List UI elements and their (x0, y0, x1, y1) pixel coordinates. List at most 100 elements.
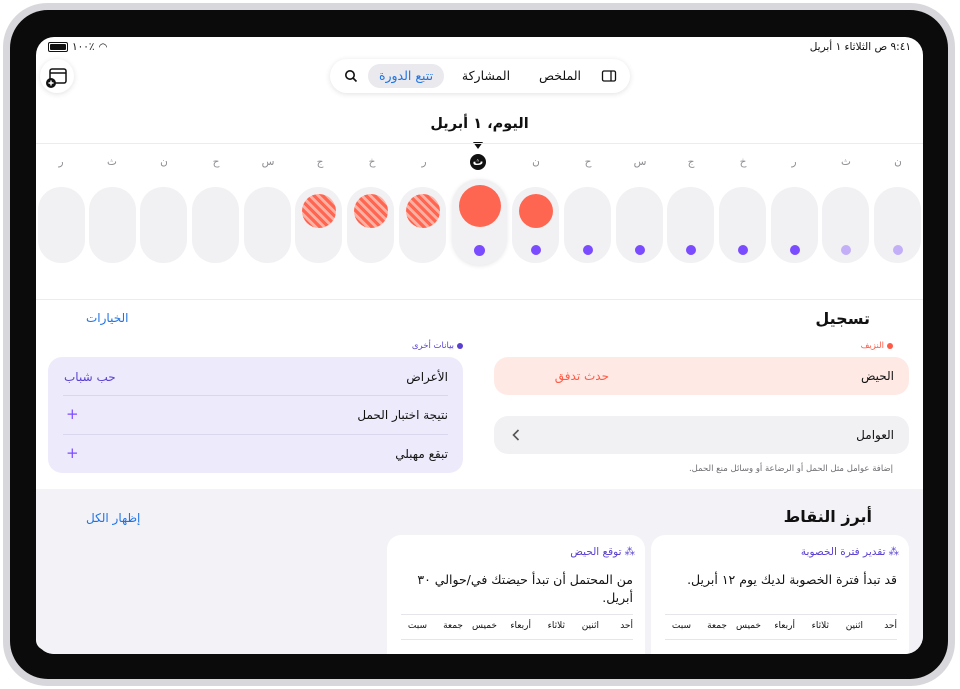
tab-summary[interactable]: الملخص (528, 64, 592, 88)
other-data-legend: بيانات أخرى (412, 341, 463, 351)
weekday-label: ث (841, 156, 851, 168)
calendar-day[interactable] (244, 187, 291, 263)
calendar-day-title: اليوم، ١ أبريل (430, 116, 529, 132)
day-name: أربعاء (510, 621, 531, 631)
options-link[interactable]: الخيارات (86, 311, 128, 325)
weekday-label: ن (160, 156, 168, 168)
day-name: ثلاثاء (811, 621, 829, 631)
card-divider (401, 614, 633, 615)
weekday-label: ح (584, 156, 592, 168)
day-name: جمعة (707, 621, 727, 631)
calendar-day[interactable] (89, 187, 136, 263)
data-logged-dot (892, 245, 903, 255)
factors-row[interactable]: العوامل (494, 416, 909, 454)
data-logged-dot (530, 245, 541, 255)
add-spotting-icon[interactable]: + (66, 444, 79, 462)
weekday-label: س (633, 156, 647, 168)
day-name: أحد (884, 621, 897, 631)
period-marker (458, 185, 501, 227)
weekday-label: خ (739, 156, 747, 168)
search-icon (345, 70, 358, 83)
day-name: سبت (671, 621, 691, 631)
nav-segmented-control: الملخص المشاركة تتبع الدورة (330, 59, 630, 93)
day-name: اثنين (581, 621, 599, 631)
day-name: اثنين (845, 621, 863, 631)
weekday-label: ر (791, 156, 797, 168)
calendar-day[interactable] (38, 187, 85, 263)
period-prediction-card[interactable]: ⁂ توقع الحيض من المحتمل أن تبدأ حيضتك في… (387, 535, 645, 654)
spotting-label[interactable]: تبقع مهبلي (395, 447, 448, 461)
card-divider (665, 614, 897, 615)
card-divider (665, 639, 897, 640)
period-marker (518, 194, 553, 228)
status-indicators: ١٠٠٪ ◠ (48, 41, 107, 53)
weekday-label: ج (687, 156, 695, 168)
symptoms-value[interactable]: حب شباب (64, 370, 116, 384)
sidebar-icon (601, 70, 617, 82)
data-logged-dot (840, 245, 851, 255)
pregnancy-test-label[interactable]: نتيجة اختبار الحمل (357, 408, 448, 422)
row-divider (63, 395, 448, 396)
fertility-card-text: قد تبدأ فترة الخصوبة لديك يوم ١٢ أبريل. (687, 572, 897, 587)
day-name: أربعاء (774, 621, 795, 631)
data-logged-dot (685, 245, 696, 255)
weekday-label: خ (368, 156, 376, 168)
sparkle-icon: ⁂ (624, 546, 636, 558)
bleeding-legend: النزيف (861, 341, 893, 351)
show-all-link[interactable]: إظهار الكل (86, 511, 140, 525)
weekday-label: ر (421, 156, 427, 168)
weekday-label: ج (316, 156, 324, 168)
period-label: الحيض (860, 369, 894, 383)
sidebar-toggle-button[interactable] (596, 64, 622, 88)
fertility-tag-label: تقدير فترة الخصوبة (800, 546, 886, 558)
weekday-label: ر (58, 156, 64, 168)
day-name: خميس (472, 621, 497, 631)
fertility-card[interactable]: ⁂ تقدير فترة الخصوبة قد تبدأ فترة الخصوب… (651, 535, 909, 654)
calendar-divider (36, 143, 923, 144)
app-screen: ٩:٤١ ص الثلاثاء ١ أبريل ١٠٠٪ ◠ الملخص ال… (36, 37, 923, 654)
calendar-day[interactable] (140, 187, 187, 263)
data-logged-dot (474, 245, 485, 256)
data-logged-dot (582, 245, 593, 255)
card-divider (401, 639, 633, 640)
day-name: سبت (407, 621, 427, 631)
tab-cycle-tracking[interactable]: تتبع الدورة (368, 64, 444, 88)
predicted-period-marker (353, 194, 388, 228)
day-name: ثلاثاء (547, 621, 565, 631)
weekday-label: س (261, 156, 275, 168)
day-name: أحد (620, 621, 633, 631)
weekday-label: ن (532, 156, 540, 168)
period-card-tag: ⁂ توقع الحيض (570, 546, 635, 558)
sparkle-icon: ⁂ (888, 546, 900, 558)
weekday-label: ن (894, 156, 902, 168)
data-logged-dot (737, 245, 748, 255)
day-name: خميس (736, 621, 761, 631)
battery-icon (48, 42, 68, 52)
chevron-left-icon (512, 429, 520, 441)
symptoms-label[interactable]: الأعراض (406, 370, 448, 384)
search-button[interactable] (338, 64, 364, 88)
period-day-names: أحد اثنين ثلاثاء أربعاء خميس جمعة سبت (401, 621, 633, 635)
period-tag-label: توقع الحيض (570, 546, 622, 558)
highlights-section: أبرز النقاط إظهار الكل ⁂ تقدير فترة الخص… (36, 489, 923, 654)
other-legend-dot (457, 343, 463, 349)
period-row[interactable]: الحيض حدث تدفق (494, 357, 909, 395)
weekday-label: ح (212, 156, 220, 168)
period-card-text: من المحتمل أن تبدأ حيضتك في/حوالي ٣٠ أبر… (417, 572, 633, 605)
weekday-label: ث (470, 154, 486, 170)
calendar-day[interactable] (192, 187, 239, 263)
status-time-date: ٩:٤١ ص الثلاثاء ١ أبريل (809, 41, 911, 53)
fertility-day-names: أحد اثنين ثلاثاء أربعاء خميس جمعة سبت (665, 621, 897, 635)
predicted-period-marker (405, 194, 440, 228)
bleeding-legend-label: النزيف (860, 341, 884, 351)
add-pregnancy-test-icon[interactable]: + (66, 405, 79, 423)
other-data-card: الأعراض حب شباب نتيجة اختبار الحمل + تبق… (48, 357, 463, 473)
factors-hint: إضافة عوامل مثل الحمل أو الرضاعة أو وسائ… (688, 464, 893, 474)
tab-sharing[interactable]: المشاركة (448, 64, 524, 88)
data-logged-dot (634, 245, 645, 255)
calendar-plus-icon (46, 68, 67, 88)
bleeding-legend-dot (887, 343, 893, 349)
logging-title: تسجيل (815, 309, 870, 328)
calendar-add-button[interactable] (40, 59, 74, 93)
day-name: جمعة (443, 621, 463, 631)
